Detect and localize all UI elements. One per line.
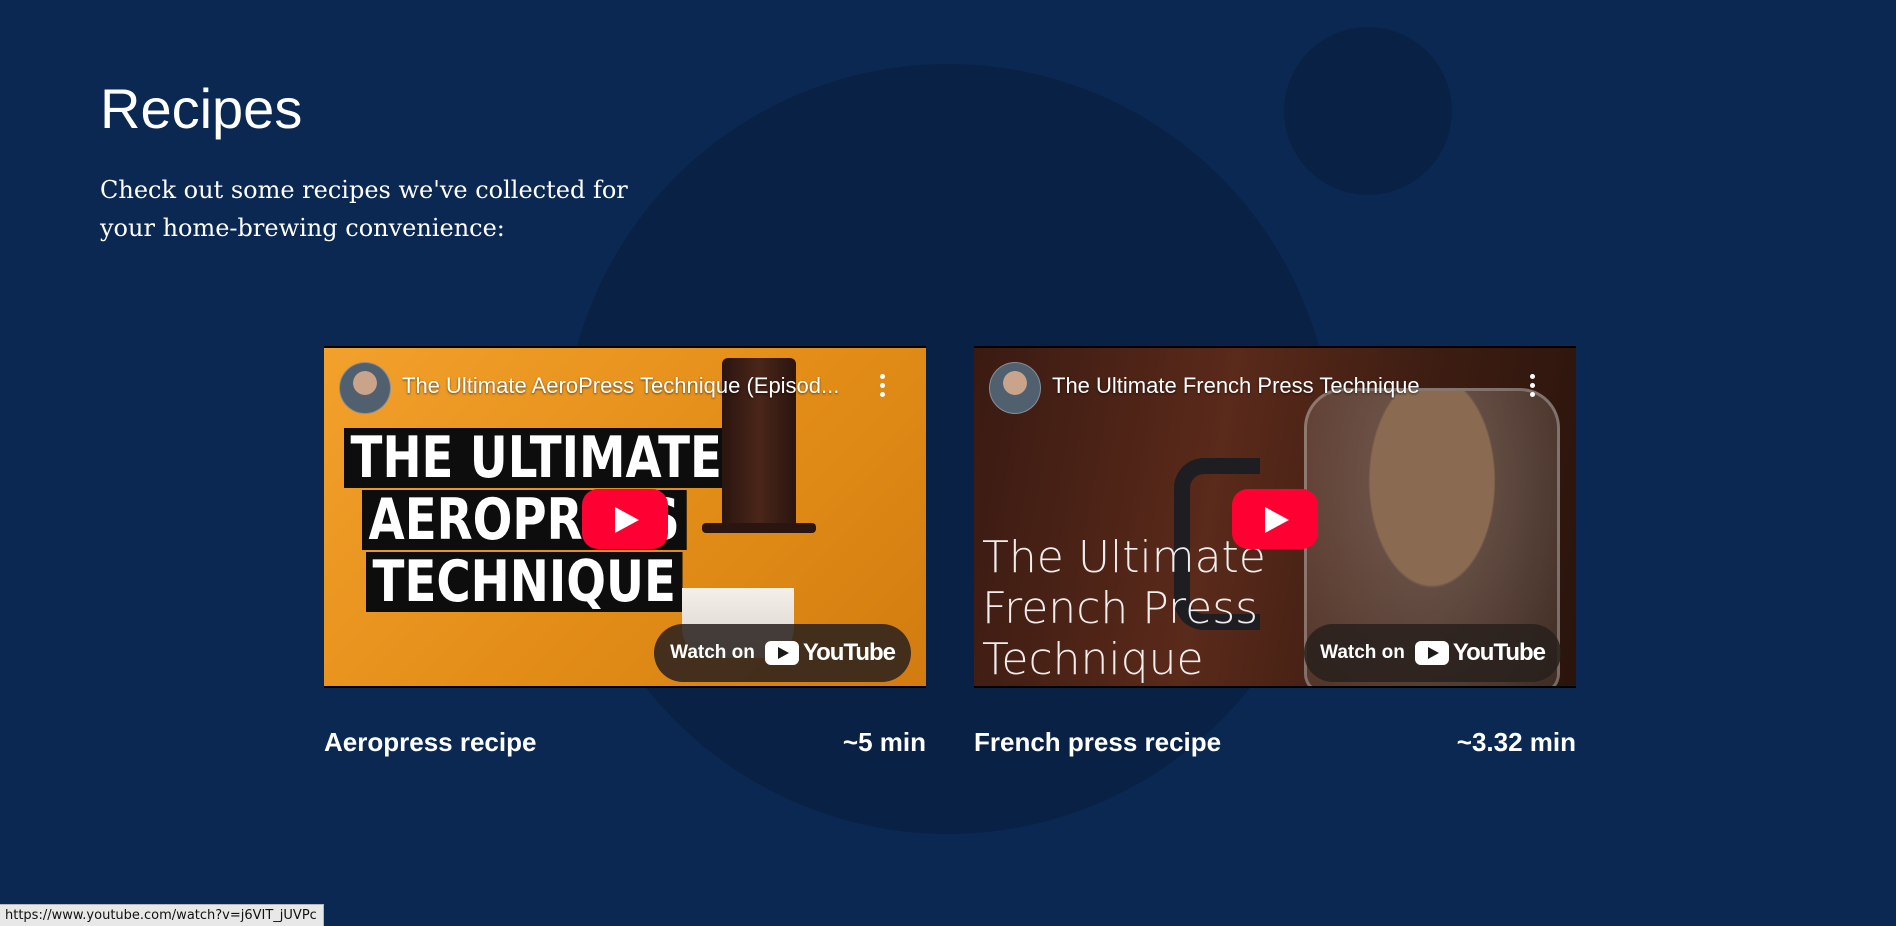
recipe-card-french-press: The Ultimate French Press Technique The … (974, 346, 1576, 758)
video-embed-french-press[interactable]: The Ultimate French Press Technique The … (974, 346, 1576, 688)
thumbnail-line: The Ultimate (982, 532, 1266, 583)
watch-on-youtube-button[interactable]: Watch on YouTube (654, 624, 911, 682)
play-button[interactable] (1232, 489, 1318, 549)
recipe-duration: ~5 min (842, 727, 926, 757)
recipe-meta: Aeropress recipe ~5 min (324, 726, 926, 758)
thumbnail-line: Technique (982, 634, 1204, 685)
recipe-meta: French press recipe ~3.32 min (974, 726, 1576, 758)
channel-avatar[interactable] (339, 362, 391, 414)
recipe-name: Aeropress recipe (324, 727, 537, 757)
watch-on-label: Watch on (1320, 642, 1405, 663)
play-button[interactable] (582, 489, 668, 549)
more-options-icon[interactable] (880, 374, 886, 398)
youtube-logo-icon: YouTube (764, 639, 896, 667)
video-title[interactable]: The Ultimate French Press Technique (1052, 372, 1507, 400)
watch-on-youtube-button[interactable]: Watch on YouTube (1304, 624, 1561, 682)
thumbnail-line: French Press (982, 583, 1259, 634)
recipe-duration: ~3.32 min (1456, 727, 1576, 757)
more-options-icon[interactable] (1530, 374, 1536, 398)
decorative-circle-small (1284, 27, 1452, 195)
youtube-logo-icon: YouTube (1414, 639, 1546, 667)
watch-on-label: Watch on (670, 642, 755, 663)
thumbnail-headline: The Ultimate French Press Technique (982, 532, 1266, 685)
thumbnail-line: THE ULTIMATE (344, 428, 729, 488)
video-title[interactable]: The Ultimate AeroPress Technique (Episod… (402, 372, 857, 400)
page-title: Recipes (100, 77, 303, 140)
status-bar-url: https://www.youtube.com/watch?v=j6VIT_jU… (0, 904, 324, 926)
thumbnail-line: TECHNIQUE (366, 552, 683, 612)
channel-avatar[interactable] (989, 362, 1041, 414)
video-embed-aeropress[interactable]: THE ULTIMATE AEROPRESS TECHNIQUE The Ult… (324, 346, 926, 688)
recipe-card-aeropress: THE ULTIMATE AEROPRESS TECHNIQUE The Ult… (324, 346, 926, 758)
recipe-name: French press recipe (974, 727, 1222, 757)
intro-text: Check out some recipes we've collected f… (100, 176, 628, 242)
aeropress-base-image (702, 523, 816, 533)
